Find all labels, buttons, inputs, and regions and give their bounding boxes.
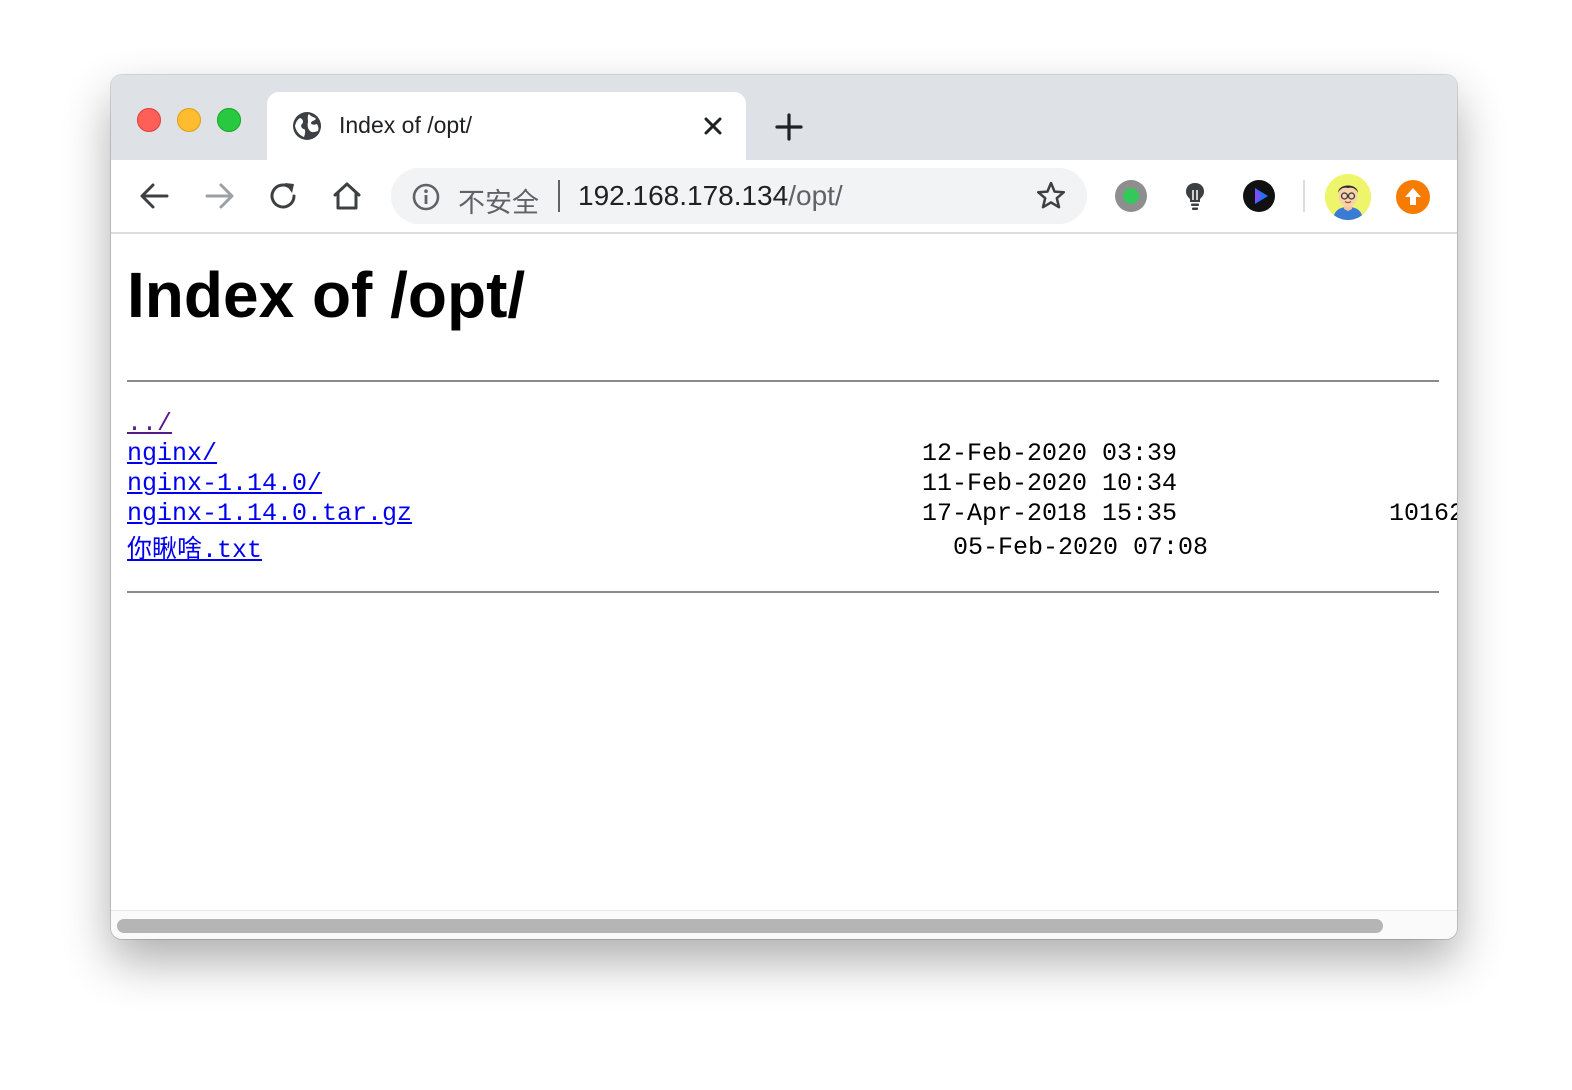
play-extension-icon[interactable] (1241, 178, 1277, 214)
tab-strip: Index of /opt/ (111, 75, 1457, 160)
list-item: ../ (127, 409, 1457, 439)
file-link[interactable]: nginx-1.14.0/ (127, 469, 322, 498)
url-text[interactable]: 192.168.178.134/opt/ (578, 180, 843, 212)
close-window-button[interactable] (137, 108, 161, 132)
plus-icon[interactable] (771, 109, 807, 145)
security-label[interactable]: 不安全 (458, 181, 539, 220)
globe-icon (293, 112, 321, 140)
browser-toolbar: 不安全 192.168.178.134/opt/ (111, 160, 1457, 234)
horizontal-scrollbar[interactable] (111, 910, 1457, 939)
directory-listing: ../ nginx/ 12-Feb-2020 03:39 nginx-1.14.… (127, 409, 1457, 565)
file-date: 05-Feb-2020 07:08 (953, 533, 1209, 562)
update-button[interactable] (1396, 180, 1430, 214)
reload-icon[interactable] (263, 176, 303, 216)
file-link[interactable]: 你瞅啥.txt (127, 536, 262, 565)
zoom-window-button[interactable] (217, 108, 241, 132)
list-item: 你瞅啥.txt 05-Feb-2020 07:08 (127, 529, 1457, 565)
file-link[interactable]: nginx/ (127, 439, 217, 468)
close-icon[interactable] (699, 112, 727, 140)
parent-dir-link[interactable]: ../ (127, 409, 172, 438)
address-separator (558, 180, 560, 212)
page-title: Index of /opt/ (127, 259, 526, 331)
top-divider (127, 380, 1439, 382)
page-content: Index of /opt/ ../ nginx/ 12-Feb-2020 03… (111, 234, 1457, 910)
minimize-window-button[interactable] (177, 108, 201, 132)
home-icon[interactable] (327, 176, 367, 216)
list-item: nginx-1.14.0.tar.gz 17-Apr-2018 15:35 10… (127, 499, 1457, 529)
list-item: nginx/ 12-Feb-2020 03:39 (127, 439, 1457, 469)
file-date: 12-Feb-2020 03:39 (922, 439, 1178, 468)
file-date: 17-Apr-2018 15:35 (922, 499, 1178, 528)
address-bar[interactable]: 不安全 192.168.178.134/opt/ (391, 168, 1087, 224)
green-dot-extension-icon[interactable] (1113, 178, 1149, 214)
avatar[interactable] (1325, 174, 1371, 220)
url-host: 192.168.178.134 (578, 180, 789, 211)
browser-window: Index of /opt/ 不安全 192.168.178.134/opt/ … (111, 75, 1457, 939)
arrow-up-icon (1405, 188, 1421, 205)
info-circle-icon[interactable] (411, 182, 441, 212)
tab-active[interactable]: Index of /opt/ (267, 92, 746, 160)
tab-title: Index of /opt/ (339, 112, 472, 138)
file-date: 11-Feb-2020 10:34 (922, 469, 1178, 498)
scrollbar-thumb[interactable] (117, 919, 1383, 933)
file-link[interactable]: nginx-1.14.0.tar.gz (127, 499, 412, 528)
toolbar-divider (1303, 180, 1305, 212)
file-size: 10162 (1389, 499, 1457, 528)
arrow-right-icon[interactable] (199, 176, 239, 216)
star-icon[interactable] (1035, 180, 1067, 212)
list-item: nginx-1.14.0/ 11-Feb-2020 10:34 (127, 469, 1457, 499)
arrow-left-icon[interactable] (135, 176, 175, 216)
lightbulb-extension-icon[interactable] (1177, 178, 1213, 214)
url-path: /opt/ (788, 180, 843, 211)
bottom-divider (127, 591, 1439, 593)
